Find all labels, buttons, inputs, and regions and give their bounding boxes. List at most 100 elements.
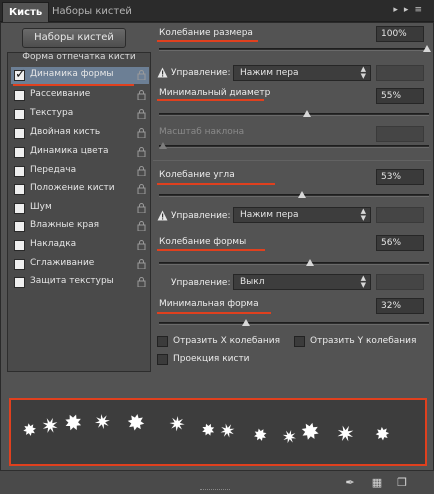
brush-setting-label: Шум [30, 202, 52, 212]
brush-setting-checkbox[interactable] [14, 240, 25, 251]
brush-setting-checkbox[interactable] [14, 221, 25, 232]
lock-icon[interactable] [137, 128, 146, 138]
brush-setting-item[interactable]: Двойная кисть [11, 125, 149, 142]
highlight-underline [157, 40, 258, 42]
control2-select[interactable]: Нажим пера ▲ ▼ [233, 207, 371, 223]
panel-controls: ▸▸≡ [393, 5, 428, 15]
min-diameter-thumb[interactable] [303, 110, 312, 117]
brush-setting-label: Двойная кисть [30, 127, 101, 137]
chevron-updown-icon: ▲ ▼ [360, 274, 366, 289]
lock-icon[interactable] [137, 70, 146, 80]
warning-icon [157, 210, 168, 221]
brush-setting-checkbox[interactable] [14, 90, 25, 101]
resize-grip[interactable] [200, 489, 230, 492]
size-jitter-thumb[interactable] [423, 45, 431, 52]
roundness-jitter-label: Колебание формы [159, 237, 247, 247]
panel-tab-bar: Кисть Наборы кистей ▸▸≡ [0, 0, 434, 22]
lock-icon[interactable] [137, 203, 146, 213]
brush-setting-item[interactable]: Влажные края [11, 218, 149, 235]
brush-setting-item[interactable]: Положение кисти [11, 181, 149, 198]
lock-icon[interactable] [137, 221, 146, 231]
size-jitter-label: Колебание размера [159, 28, 253, 38]
brush-setting-item[interactable]: Шум [11, 200, 149, 217]
leaf-brush-mark: ✷ [37, 411, 63, 441]
lock-icon[interactable] [137, 184, 146, 194]
brush-setting-checkbox[interactable] [14, 203, 25, 214]
angle-jitter-thumb[interactable] [297, 191, 306, 198]
control1-select[interactable]: Нажим пера ▲ ▼ [233, 65, 371, 81]
brush-setting-item[interactable]: Накладка [11, 237, 149, 254]
brush-setting-item[interactable]: Рассеивание [11, 87, 149, 104]
highlight-underline [157, 183, 275, 185]
lock-icon[interactable] [137, 259, 146, 269]
highlight-underline [157, 249, 265, 251]
brush-setting-checkbox[interactable] [14, 109, 25, 120]
size-jitter-value[interactable]: 100% [376, 26, 424, 42]
brush-presets-button[interactable]: Наборы кистей [22, 28, 126, 48]
min-roundness-slider[interactable] [159, 319, 429, 329]
leaf-brush-mark: ✷ [332, 419, 359, 450]
brush-setting-label: Рассеивание [30, 89, 91, 99]
min-roundness-value[interactable]: 32% [376, 298, 424, 314]
flip-x-checkbox[interactable] [157, 336, 168, 347]
brush-setting-checkbox[interactable] [14, 277, 25, 288]
leaf-brush-mark: ✸ [297, 416, 323, 448]
tab-brush-presets[interactable]: Наборы кистей [46, 2, 138, 22]
flip-y-checkbox[interactable] [294, 336, 305, 347]
brush-setting-checkbox[interactable]: ✓ [14, 67, 26, 82]
brush-setting-item[interactable]: Сглаживание [11, 256, 149, 273]
size-jitter-slider[interactable] [159, 45, 431, 55]
roundness-jitter-thumb[interactable] [305, 259, 314, 266]
angle-jitter-label: Колебание угла [159, 170, 235, 180]
brush-tip-shape-heading[interactable]: Форма отпечатка кисти [7, 52, 151, 66]
roundness-jitter-value[interactable]: 56% [376, 235, 424, 251]
brush-setting-checkbox[interactable] [14, 166, 25, 177]
brush-options-icon[interactable]: ▦ [370, 476, 384, 490]
brush-setting-label: Положение кисти [30, 183, 115, 193]
brush-setting-checkbox[interactable] [14, 128, 25, 139]
collapse-icon[interactable]: ▸▸ [393, 5, 414, 15]
brush-setting-checkbox[interactable] [14, 259, 25, 270]
leaf-brush-mark: ✷ [88, 407, 116, 437]
brush-setting-checkbox[interactable] [14, 147, 25, 158]
brush-setting-label: Накладка [30, 239, 77, 249]
brush-setting-label: Динамика цвета [30, 146, 109, 156]
section-divider [153, 160, 431, 161]
brush-setting-item[interactable]: Текстура [11, 106, 149, 123]
leaf-brush-mark: ✸ [124, 408, 148, 437]
control3-label: Управление: [171, 278, 231, 288]
tilt-scale-thumb [159, 142, 167, 149]
chevron-updown-icon: ▲ ▼ [360, 207, 366, 222]
control3-select[interactable]: Выкл ▲ ▼ [233, 274, 371, 290]
roundness-jitter-slider[interactable] [159, 259, 429, 269]
flip-y-label: Отразить Y колебания [310, 336, 417, 346]
new-brush-icon[interactable]: ❐ [395, 476, 409, 490]
brush-projection-checkbox[interactable] [157, 354, 168, 365]
flip-x-label: Отразить X колебания [173, 336, 281, 346]
angle-jitter-value[interactable]: 53% [376, 169, 424, 185]
brush-setting-item[interactable]: Передача [11, 163, 149, 180]
tilt-scale-slider [159, 142, 429, 152]
panel-menu-icon[interactable]: ≡ [414, 5, 428, 15]
lock-icon[interactable] [137, 90, 146, 100]
control1-value: Нажим пера [240, 68, 299, 78]
lock-icon[interactable] [137, 240, 146, 250]
brush-setting-item[interactable]: Защита текстуры [11, 274, 149, 291]
lock-icon[interactable] [137, 147, 146, 157]
brush-setting-item[interactable]: ✓ Динамика формы [11, 67, 149, 84]
leaf-brush-mark: ✷ [163, 410, 192, 439]
lock-icon[interactable] [137, 109, 146, 119]
brush-stroke-preview: ✸ ✷ ✸ ✷ ✸ ✷ ✸ ✷ ✸ ✷ ✸ ✷ ✸ [9, 398, 427, 466]
min-roundness-thumb[interactable] [242, 319, 251, 326]
lock-icon[interactable] [137, 166, 146, 176]
control1-field [376, 65, 424, 81]
lock-icon[interactable] [137, 277, 146, 287]
brush-setting-checkbox[interactable] [14, 184, 25, 195]
min-diameter-slider[interactable] [159, 110, 429, 120]
brush-setting-item[interactable]: Динамика цвета [11, 144, 149, 161]
angle-jitter-slider[interactable] [159, 191, 429, 201]
toggle-brush-preview-icon[interactable]: ✒ [343, 476, 357, 490]
min-diameter-value[interactable]: 55% [376, 88, 424, 104]
tab-brush[interactable]: Кисть [2, 2, 50, 22]
leaf-brush-mark: ✸ [21, 419, 39, 441]
